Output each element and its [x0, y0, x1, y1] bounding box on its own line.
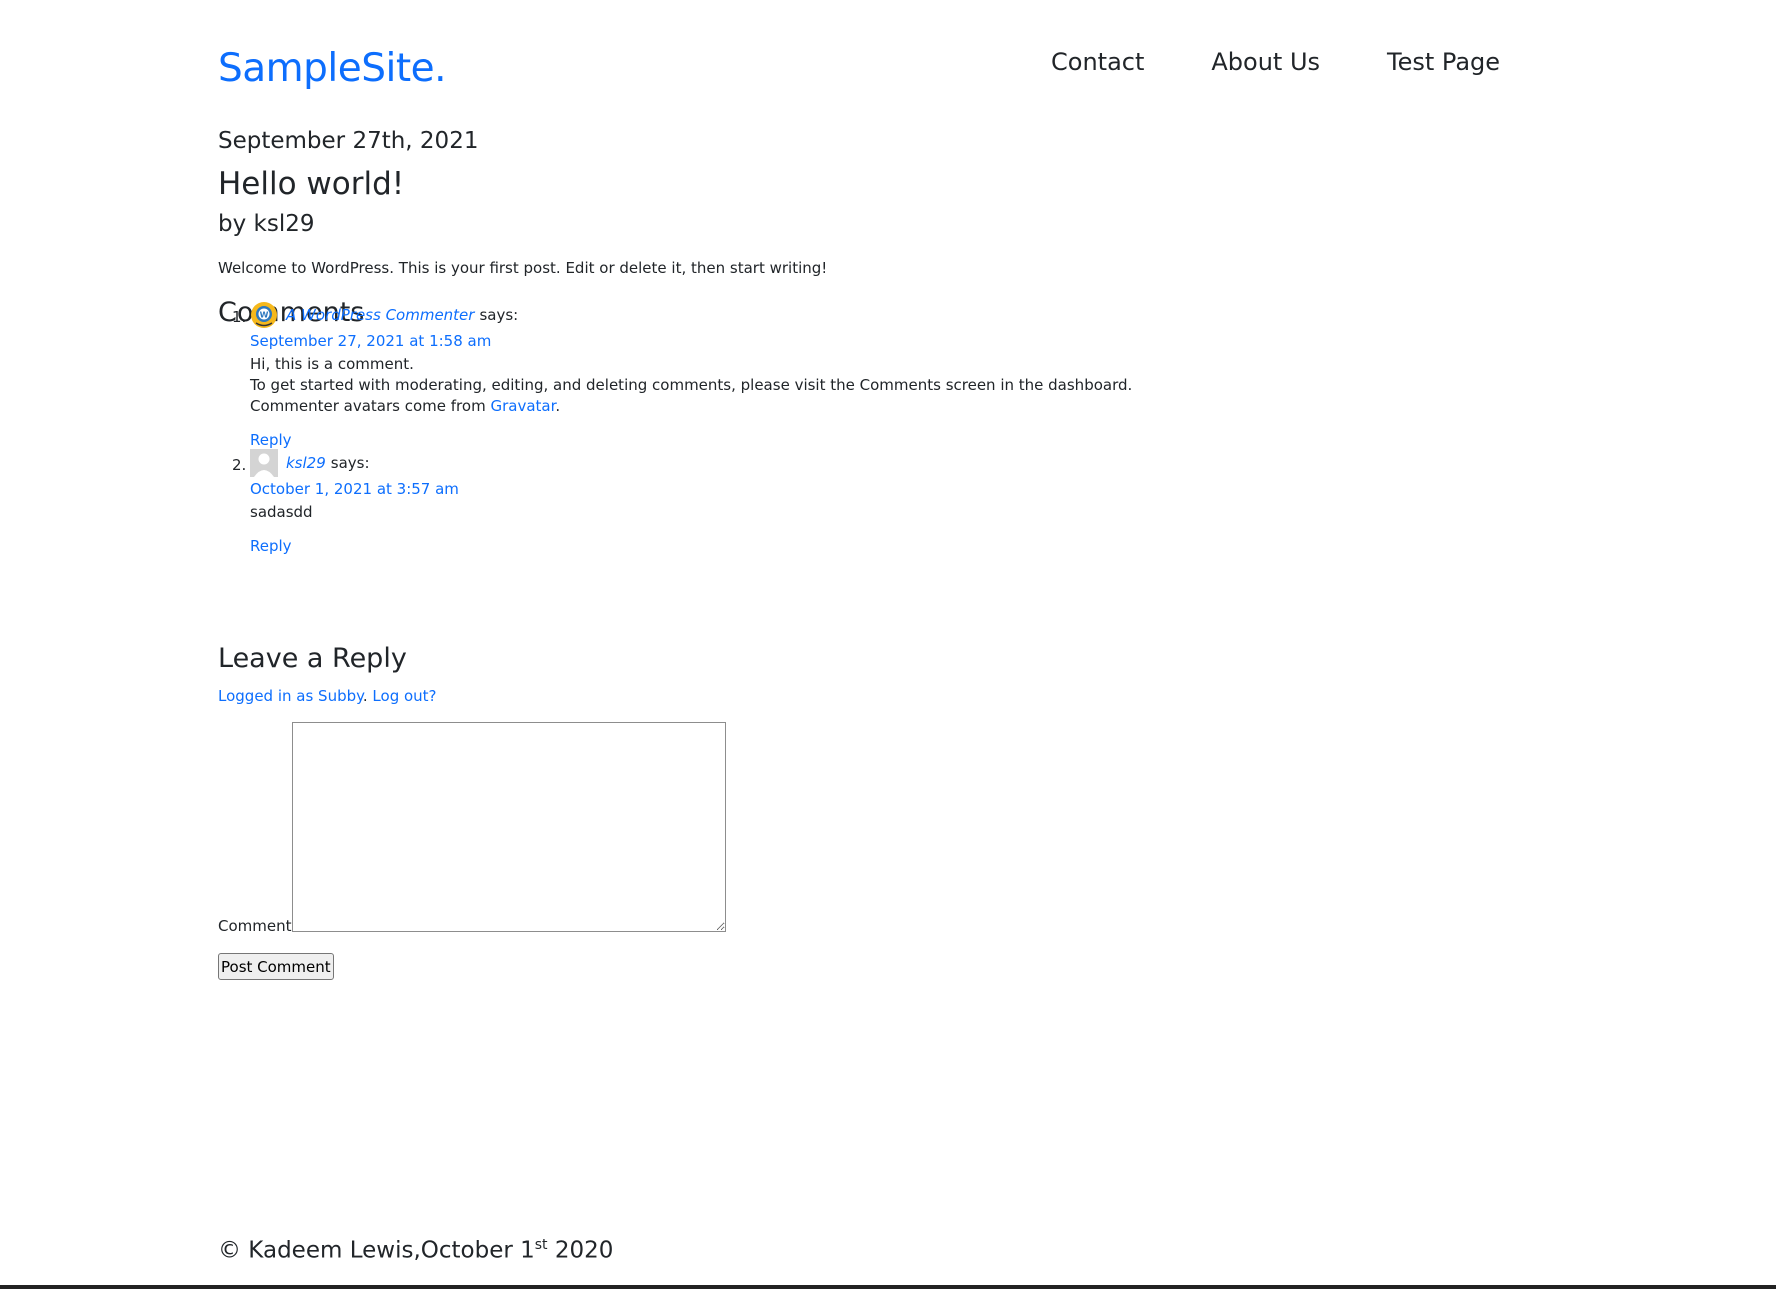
nav-about-us[interactable]: About Us [1211, 48, 1320, 76]
comment-label: Comment [218, 917, 292, 935]
post-title: Hello world! [218, 166, 405, 202]
gravatar-link[interactable]: Gravatar [490, 397, 555, 415]
reply-link[interactable]: Reply [250, 431, 1150, 449]
leave-reply-heading: Leave a Reply [218, 643, 407, 674]
comment-text-line: sadasdd [250, 503, 313, 521]
logout-link[interactable]: Log out? [372, 687, 436, 705]
footer-superscript: st [534, 1237, 548, 1253]
comment-date-link[interactable]: October 1, 2021 at 3:57 am [250, 480, 1150, 498]
footer-text: © Kadeem Lewis,October 1 [218, 1237, 535, 1264]
comment-author-line: W A WordPress Commenter says: [250, 302, 1150, 328]
comment-text-line: To get started with moderating, editing,… [250, 376, 1133, 394]
comment-text: sadasdd [250, 503, 1150, 522]
nav-contact[interactable]: Contact [1051, 48, 1144, 76]
avatar-credit-text: Commenter avatars come from [250, 397, 486, 415]
comment-date-link[interactable]: September 27, 2021 at 1:58 am [250, 332, 1150, 350]
logged-in-separator: . [362, 687, 368, 705]
comment-body: W A WordPress Commenter says: September … [250, 302, 1150, 449]
footer-year: 2020 [547, 1237, 614, 1264]
logged-in-as: Logged in as Subby. Log out? [218, 687, 437, 705]
comment-number: 2. [232, 456, 247, 474]
wordpress-commenter-avatar-icon: W [251, 302, 277, 328]
comment-textarea[interactable] [292, 722, 726, 932]
post-content: Welcome to WordPress. This is your first… [218, 259, 828, 277]
nav-test-page[interactable]: Test Page [1387, 48, 1500, 76]
comment-author-line: ksl29 says: [250, 449, 1150, 477]
comment-text-line: Commenter avatars come from Gravatar. [250, 397, 1150, 416]
comment-number: 1. [232, 308, 247, 326]
says-label: says: [479, 306, 519, 324]
avatar-credit-suffix: . [555, 397, 561, 415]
logged-in-user-link[interactable]: Logged in as Subby [218, 687, 363, 705]
comment-author-link[interactable]: ksl29 [286, 454, 326, 472]
reply-link[interactable]: Reply [250, 537, 1150, 555]
comment-text: Hi, this is a comment. To get started wi… [250, 355, 1150, 416]
main-nav: Contact About Us Test Page [1051, 48, 1500, 76]
site-logo-link[interactable]: SampleSite. [218, 46, 447, 91]
post-date: September 27th, 2021 [218, 128, 479, 154]
bottom-border [0, 1285, 1776, 1289]
svg-text:W: W [260, 311, 269, 320]
post-author: by ksl29 [218, 211, 315, 237]
comment-body: ksl29 says: October 1, 2021 at 3:57 am s… [250, 449, 1150, 555]
says-label: says: [330, 454, 370, 472]
post-comment-button[interactable]: Post Comment [218, 953, 334, 980]
default-user-avatar-icon [250, 449, 278, 477]
comment-author-link[interactable]: A WordPress Commenter [286, 306, 474, 324]
comment-text-line: Hi, this is a comment. [250, 355, 414, 373]
footer-copyright: © Kadeem Lewis,October 1st 2020 [218, 1237, 613, 1264]
